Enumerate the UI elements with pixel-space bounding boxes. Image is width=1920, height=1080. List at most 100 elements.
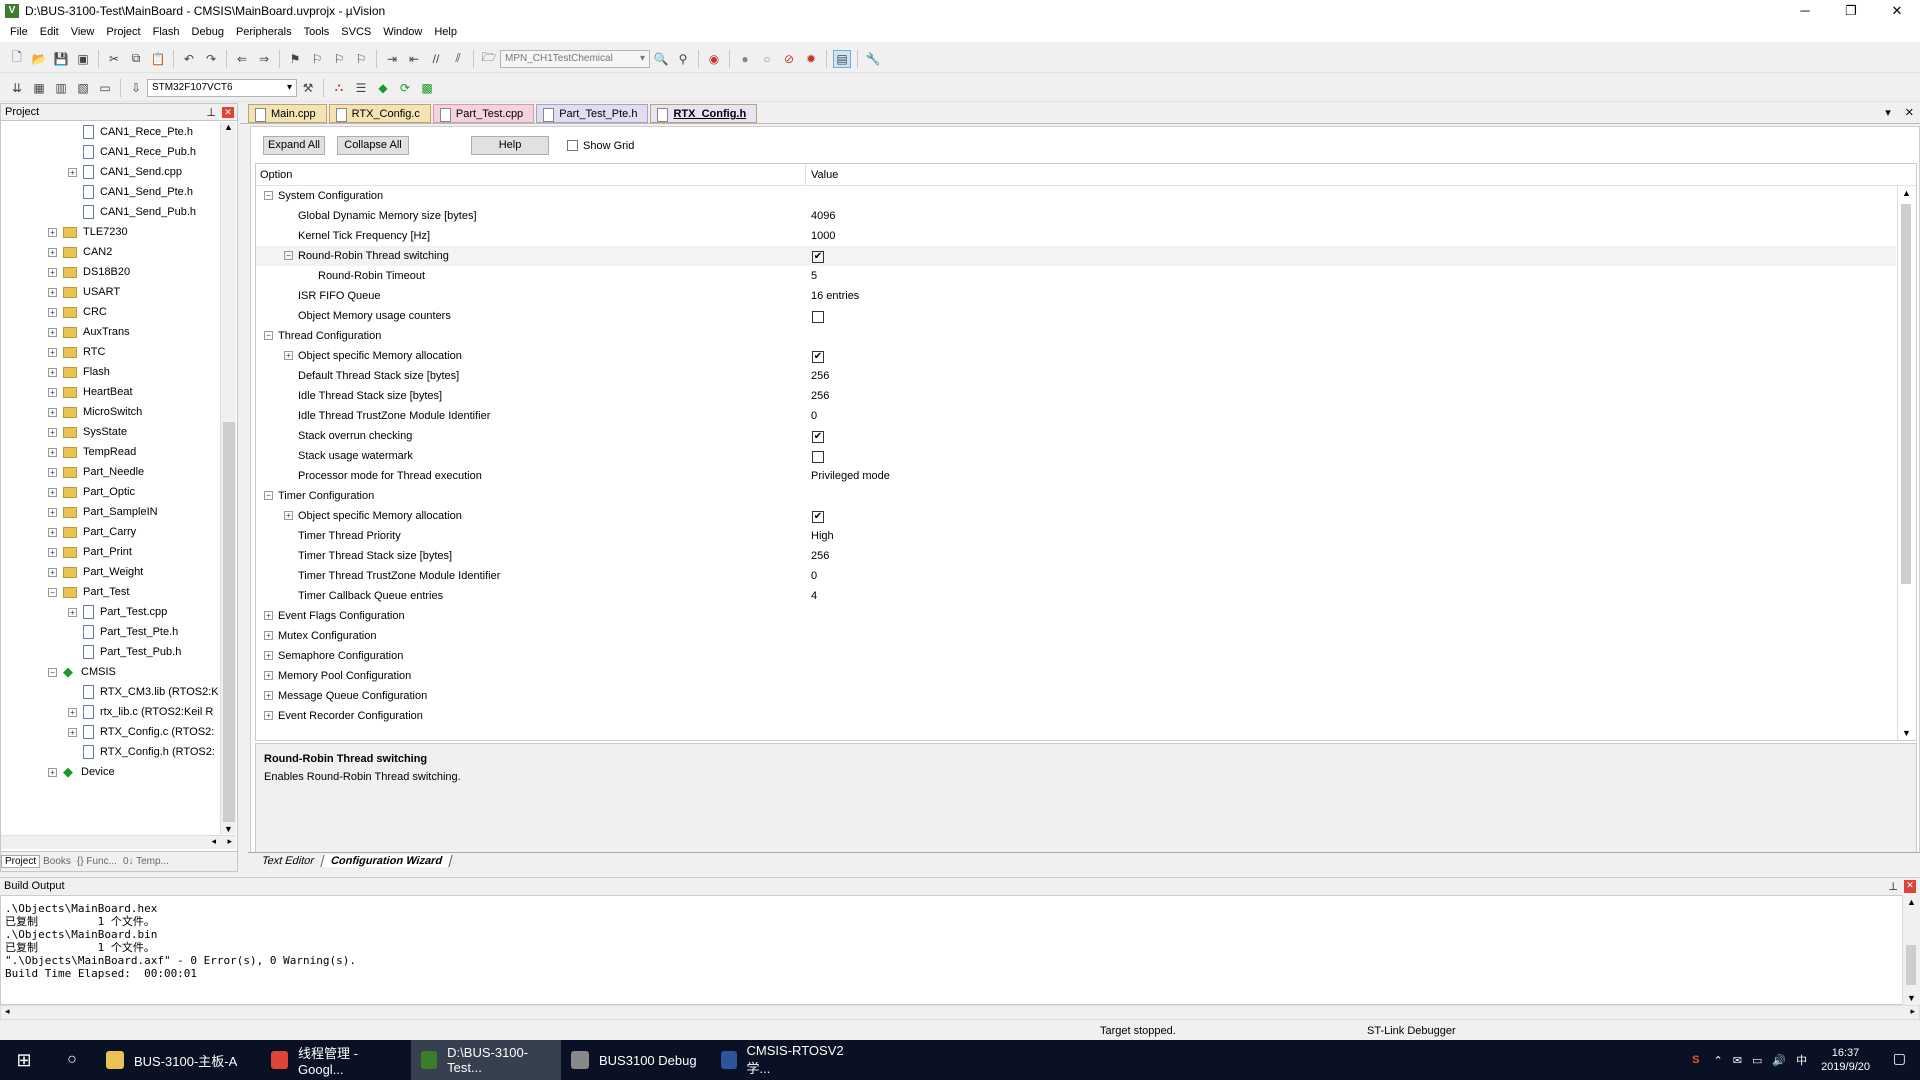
menu-help[interactable]: Help <box>428 26 463 38</box>
tree-item[interactable]: + DS18B20 <box>48 262 130 282</box>
breakpoint-menu-icon[interactable]: ✹ <box>802 50 820 68</box>
tree-expander-icon[interactable]: + <box>48 267 57 277</box>
tree-expander-icon[interactable]: + <box>48 227 57 237</box>
config-value[interactable]: 256 <box>811 550 829 562</box>
tree-expander-icon[interactable]: − <box>264 331 273 340</box>
cut-icon[interactable]: ✂ <box>105 50 123 68</box>
tree-item[interactable]: + MicroSwitch <box>48 402 142 422</box>
tree-expander-icon[interactable]: + <box>48 307 57 317</box>
menu-debug[interactable]: Debug <box>186 26 230 38</box>
expand-all-button[interactable]: Expand All <box>263 136 325 155</box>
tree-item[interactable]: + Part_Test.cpp <box>68 602 167 622</box>
tree-item[interactable]: + Part_SampleIN <box>48 502 158 522</box>
config-row[interactable]: Stack usage watermark <box>256 446 1896 466</box>
grid-scrollbar[interactable]: ▲ ▼ <box>1897 186 1915 740</box>
volume-icon[interactable]: 🔊 <box>1772 1054 1786 1067</box>
config-row[interactable]: + Object specific Memory allocation ✔ <box>256 346 1896 366</box>
bookmark-prev-icon[interactable]: ⚐ <box>308 50 326 68</box>
manage-rte-icon[interactable]: ◆ <box>374 79 392 97</box>
tree-item[interactable]: + CAN2 <box>48 242 112 262</box>
menu-svcs[interactable]: SVCS <box>335 26 377 38</box>
undo-icon[interactable]: ↶ <box>180 50 198 68</box>
config-value[interactable]: 0 <box>811 410 817 422</box>
config-row[interactable]: − Thread Configuration <box>256 326 1896 346</box>
nav-forward-icon[interactable]: ⇒ <box>255 50 273 68</box>
project-tab-0[interactable]: Project <box>1 855 41 868</box>
editor-tab[interactable]: RTX_Config.c <box>328 104 431 123</box>
config-value[interactable]: 0 <box>811 570 817 582</box>
tree-item[interactable]: + Part_Weight <box>48 562 143 582</box>
tree-expander-icon[interactable]: + <box>48 427 57 437</box>
tree-item[interactable]: Part_Test_Pub.h <box>68 642 181 662</box>
config-row[interactable]: ISR FIFO Queue 16 entries <box>256 286 1896 306</box>
show-grid-checkbox[interactable] <box>567 140 578 151</box>
minimize-button[interactable]: ─ <box>1782 0 1828 22</box>
tree-item[interactable]: + RTC <box>48 342 105 362</box>
config-value-checkbox[interactable] <box>812 451 824 463</box>
tree-item[interactable]: + Part_Needle <box>48 462 144 482</box>
bookmark-icon[interactable]: ⚑ <box>286 50 304 68</box>
indent-icon[interactable]: ⇥ <box>383 50 401 68</box>
tree-item[interactable]: + CAN1_Send.cpp <box>68 162 182 182</box>
tree-item[interactable]: + USART <box>48 282 120 302</box>
config-row[interactable]: + Message Queue Configuration <box>256 686 1896 706</box>
breakpoint-kill-icon[interactable]: ⊘ <box>780 50 798 68</box>
tree-expander-icon[interactable]: + <box>48 767 57 777</box>
tree-expander-icon[interactable]: + <box>68 607 77 617</box>
tree-expander-icon[interactable]: + <box>48 367 57 377</box>
target-options-icon[interactable]: ⚒ <box>299 79 317 97</box>
tree-expander-icon[interactable]: + <box>48 287 57 297</box>
search-icon[interactable]: ○ <box>48 1040 96 1080</box>
config-row[interactable]: + Semaphore Configuration <box>256 646 1896 666</box>
tree-expander-icon[interactable]: + <box>48 327 57 337</box>
wizard-tab-1[interactable]: Configuration Wizard <box>321 855 453 867</box>
tree-item[interactable]: + CRC <box>48 302 107 322</box>
menu-peripherals[interactable]: Peripherals <box>230 26 298 38</box>
tree-expander-icon[interactable]: + <box>284 351 293 360</box>
find-in-files-icon[interactable]: 🗁 <box>480 50 498 68</box>
search-icon[interactable]: 🔍 <box>652 50 670 68</box>
wizard-tab-0[interactable]: Text Editor <box>252 855 325 867</box>
build-icon[interactable]: ▦ <box>30 79 48 97</box>
config-row[interactable]: Idle Thread TrustZone Module Identifier 0 <box>256 406 1896 426</box>
batch-build-icon[interactable]: ▧ <box>74 79 92 97</box>
tree-expander-icon[interactable]: + <box>48 447 57 457</box>
tree-item[interactable]: RTX_Config.h (RTOS2: <box>68 742 215 762</box>
tree-hscrollbar[interactable]: ◂ ▸ <box>1 835 236 849</box>
tree-expander-icon[interactable]: + <box>264 631 273 640</box>
tree-item[interactable]: + AuxTrans <box>48 322 130 342</box>
target-combo[interactable]: MPN_CH1TestChemical ▾ <box>500 49 650 68</box>
save-all-icon[interactable]: ▣ <box>74 50 92 68</box>
redo-icon[interactable]: ↷ <box>202 50 220 68</box>
menu-flash[interactable]: Flash <box>147 26 186 38</box>
tree-expander-icon[interactable]: + <box>264 711 273 720</box>
comment-icon[interactable]: // <box>427 50 445 68</box>
config-row[interactable]: Object Memory usage counters <box>256 306 1896 326</box>
sogou-icon[interactable]: S <box>1692 1054 1699 1066</box>
config-value-checkbox[interactable] <box>812 311 824 323</box>
tree-item[interactable]: − Part_Test <box>48 582 129 602</box>
tree-expander-icon[interactable]: + <box>68 167 77 177</box>
tree-expander-icon[interactable]: + <box>68 707 77 717</box>
tree-expander-icon[interactable]: + <box>48 527 57 537</box>
tree-item[interactable]: + HeartBeat <box>48 382 133 402</box>
tabs-dropdown-icon[interactable]: ▾ <box>1885 106 1891 119</box>
config-row[interactable]: Timer Thread Stack size [bytes] 256 <box>256 546 1896 566</box>
project-tab-3[interactable]: 0↓ Temp... <box>120 856 172 867</box>
tree-item[interactable]: + TLE7230 <box>48 222 128 242</box>
config-value[interactable]: 16 entries <box>811 290 859 302</box>
stop-build-icon[interactable]: ▭ <box>96 79 114 97</box>
device-combo[interactable]: STM32F107VCT6 ▾ <box>147 78 297 97</box>
tree-expander-icon[interactable]: + <box>48 407 57 417</box>
config-value[interactable]: 4 <box>811 590 817 602</box>
tree-item[interactable]: + TempRead <box>48 442 136 462</box>
rebuild-icon[interactable]: ▥ <box>52 79 70 97</box>
config-row[interactable]: + Event Recorder Configuration <box>256 706 1896 726</box>
breakpoint-disable-icon[interactable]: ○ <box>758 50 776 68</box>
open-file-icon[interactable]: 📂 <box>30 50 48 68</box>
config-row[interactable]: Global Dynamic Memory size [bytes] 4096 <box>256 206 1896 226</box>
tree-expander-icon[interactable]: + <box>264 611 273 620</box>
config-value[interactable]: High <box>811 530 834 542</box>
build-output-text[interactable]: .\Objects\MainBoard.hex 已复制 1 个文件。 .\Obj… <box>0 895 1920 1005</box>
config-value[interactable]: Privileged mode <box>811 470 890 482</box>
